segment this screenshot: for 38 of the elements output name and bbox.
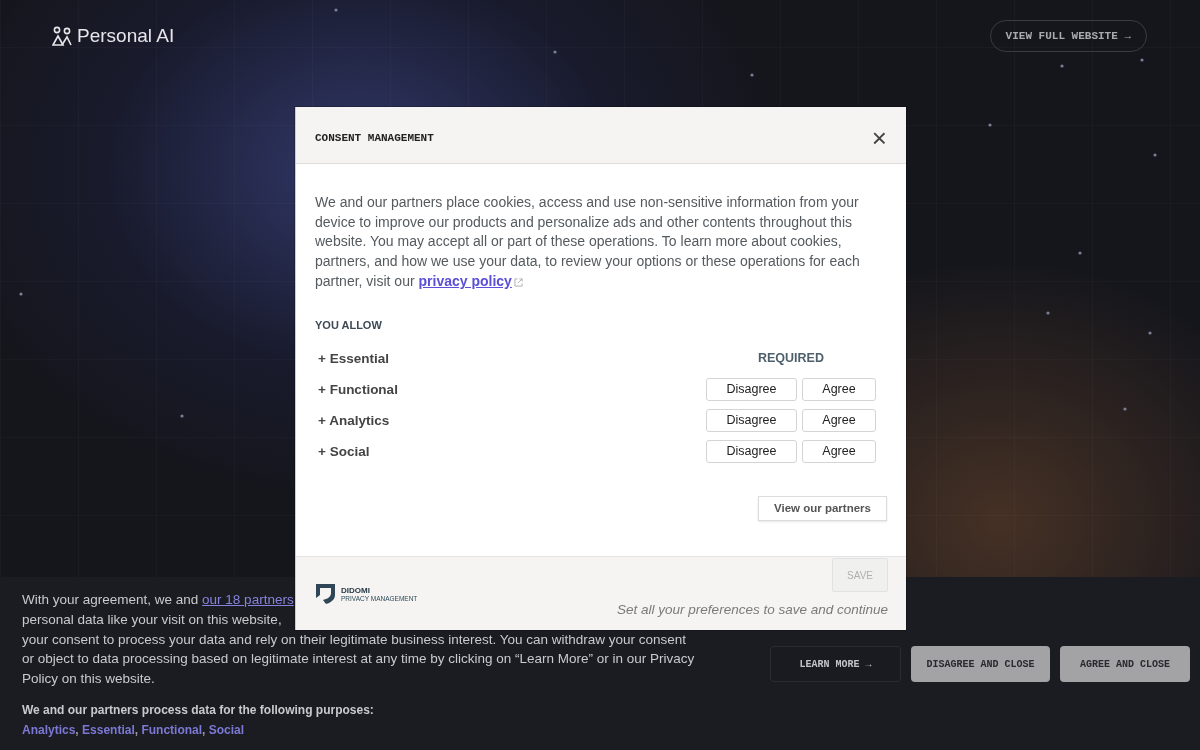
logo-icon (52, 26, 72, 46)
agree-button[interactable]: Agree (802, 377, 876, 401)
dialog-title: CONSENT MANAGEMENT (315, 132, 434, 144)
partners-link[interactable]: our 18 partners (202, 592, 294, 607)
banner-text-line: personal data like your visit on this website, (22, 610, 282, 629)
purpose-toggle[interactable]: + Social (318, 443, 370, 459)
purpose-link[interactable]: Social (208, 723, 245, 737)
disagree-button[interactable]: Disagree (706, 408, 797, 432)
purposes-heading: We and our partners process data for the following purposes: (22, 703, 375, 717)
agree-button[interactable]: Agree (802, 439, 876, 463)
learn-more-button[interactable]: LEARN MORE → (770, 646, 901, 682)
external-link-icon (513, 277, 523, 287)
shield-logo-icon (315, 583, 336, 605)
consent-description: We and our partners place cookies, access and use non-sensitive information from your device to improve our products and personalize ads and other contents throughout this website. You may accept all or part of these operations. To learn more about cookies, partners, and how we use your data, to review your options or these operations for each partner, visit our privacy policy (315, 193, 861, 291)
disagree-button[interactable]: Disagree (706, 439, 797, 463)
privacy-policy-link[interactable]: privacy policy (418, 272, 523, 289)
view-partners-button[interactable]: View our partners (758, 495, 887, 521)
brand-name[interactable]: Personal AI (77, 25, 175, 47)
purpose-toggle[interactable]: + Essential (318, 350, 389, 366)
purpose-toggle[interactable]: + Analytics (318, 412, 390, 428)
disagree-button[interactable]: Disagree (706, 377, 797, 401)
purpose-toggle[interactable]: + Functional (318, 381, 398, 397)
banner-text-line: or object to data processing based on legitimate interest at any time by clicking on “Learn More” or in our Privacy (22, 650, 695, 669)
banner-text-line: With your agreement, we and our 18 partners (22, 591, 294, 609)
agree-close-button[interactable]: AGREE AND CLOSE (1060, 646, 1190, 682)
section-title: YOU ALLOW (315, 318, 383, 331)
separator-text: , (202, 723, 207, 737)
banner-text-line: your consent to process your data and rely on their legitimate business interest. You can withdraw your consent (22, 630, 687, 649)
didomi-name: DIDOMI (341, 586, 371, 595)
separator-text: , (75, 723, 80, 737)
agree-button[interactable]: Agree (802, 408, 876, 432)
required-label: REQUIRED (757, 351, 825, 365)
banner-text-line: Policy on this website. (22, 670, 155, 689)
separator-text: , (134, 723, 140, 737)
purpose-link[interactable]: Essential (82, 723, 135, 737)
disagree-close-button[interactable]: DISAGREE AND CLOSE (911, 646, 1050, 682)
close-button[interactable]: × (871, 127, 887, 149)
save-hint: Set all your preferences to save and continue (617, 602, 888, 617)
